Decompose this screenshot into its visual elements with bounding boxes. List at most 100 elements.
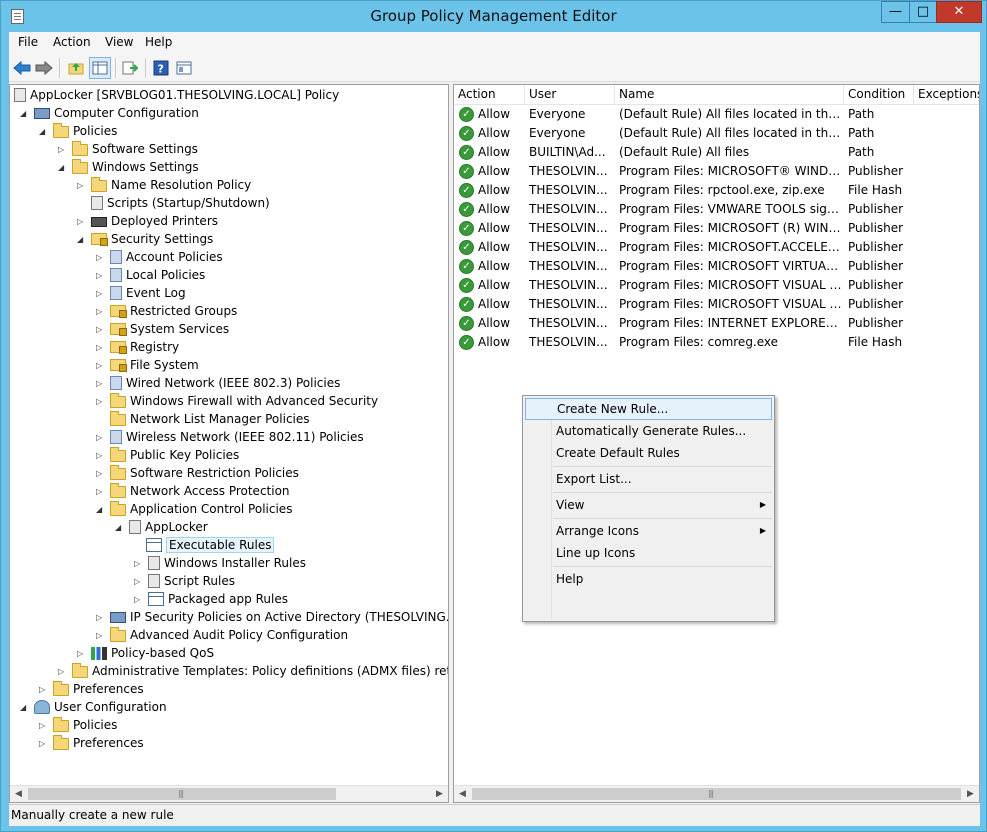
expand-arrow-icon[interactable]: ▷ (96, 433, 104, 442)
tree-node-restricted-groups[interactable]: Restricted Groups (110, 302, 237, 320)
menu-item-export-list[interactable]: Export List... (525, 468, 772, 490)
tree-node-deployed-printers[interactable]: Deployed Printers (91, 212, 218, 230)
expand-arrow-icon[interactable]: ▷ (77, 181, 85, 190)
minimize-button[interactable]: — (881, 1, 910, 23)
expand-arrow-icon[interactable]: ▷ (134, 595, 142, 604)
list-horizontal-scrollbar[interactable]: ◀ ||| ▶ (454, 785, 979, 802)
rule-row[interactable]: ✓ Allow THESOLVIN... Program Files: VMWARE … (454, 200, 979, 219)
menu-item-arrange-icons[interactable]: Arrange Icons ▶ (525, 520, 772, 542)
menu-item-auto-generate-rules[interactable]: Automatically Generate Rules... (525, 420, 772, 442)
tree-node-user-configuration[interactable]: User Configuration (34, 698, 167, 716)
menu-item-create-new-rule[interactable]: Create New Rule... (525, 398, 772, 420)
tree-node-executable-rules[interactable]: Executable Rules (146, 536, 275, 554)
expand-arrow-icon[interactable]: ▷ (96, 379, 104, 388)
scroll-thumb[interactable] (472, 788, 961, 800)
tree-node-software-restriction[interactable]: Software Restriction Policies (110, 464, 299, 482)
tree-node-wired-network[interactable]: Wired Network (IEEE 802.3) Policies (110, 374, 340, 392)
title-bar[interactable]: Group Policy Management Editor — □ ✕ (1, 1, 986, 32)
expand-arrow-icon[interactable]: ▷ (96, 343, 104, 352)
rule-row[interactable]: ✓ Allow THESOLVIN... Program Files: MICROSO… (454, 162, 979, 181)
collapse-arrow-icon[interactable]: ◢ (58, 163, 66, 172)
collapse-arrow-icon[interactable]: ◢ (77, 235, 85, 244)
expand-arrow-icon[interactable]: ▷ (96, 631, 104, 640)
expand-arrow-icon[interactable]: ▷ (96, 325, 104, 334)
help-icon[interactable]: ? (150, 57, 172, 79)
tree-node-root[interactable]: AppLocker [SRVBLOG01.THESOLVING.LOCAL] P… (14, 86, 339, 104)
menu-action[interactable]: Action (53, 35, 91, 49)
expand-arrow-icon[interactable]: ▷ (58, 145, 66, 154)
menu-item-create-default-rules[interactable]: Create Default Rules (525, 442, 772, 464)
rule-row[interactable]: ✓ Allow THESOLVIN... Program Files: INTERNE… (454, 314, 979, 333)
rule-row[interactable]: ✓ Allow BUILTIN\Ad... (Default Rule) All fi… (454, 143, 979, 162)
expand-arrow-icon[interactable]: ▷ (77, 649, 85, 658)
tree-node-security-settings[interactable]: Security Settings (91, 230, 213, 248)
forward-icon[interactable] (33, 57, 55, 79)
tree-node-ip-security[interactable]: IP Security Policies on Active Directory… (110, 608, 448, 626)
collapse-arrow-icon[interactable]: ◢ (96, 505, 104, 514)
tree-node-event-log[interactable]: Event Log (110, 284, 186, 302)
tree-node-user-preferences[interactable]: Preferences (53, 734, 144, 752)
menu-item-view[interactable]: View ▶ (525, 494, 772, 516)
column-header-name[interactable]: Name (615, 85, 844, 105)
rule-row[interactable]: ✓ Allow Everyone (Default Rule) All files l… (454, 124, 979, 143)
tree-horizontal-scrollbar[interactable]: ◀ ||| ▶ (10, 785, 448, 802)
tree-node-admin-templates[interactable]: Administrative Templates: Policy definit… (72, 662, 448, 680)
export-list-icon[interactable] (119, 57, 141, 79)
expand-arrow-icon[interactable]: ▷ (96, 397, 104, 406)
tree-node-computer-configuration[interactable]: Computer Configuration (34, 104, 199, 122)
expand-arrow-icon[interactable]: ▷ (96, 487, 104, 496)
expand-arrow-icon[interactable]: ▷ (96, 271, 104, 280)
tree-node-account-policies[interactable]: Account Policies (110, 248, 223, 266)
menu-item-line-up-icons[interactable]: Line up Icons (525, 542, 772, 564)
rule-row[interactable]: ✓ Allow Everyone (Default Rule) All files l… (454, 105, 979, 124)
scroll-left-arrow-icon[interactable]: ◀ (454, 786, 471, 802)
back-icon[interactable] (11, 57, 33, 79)
up-folder-icon[interactable] (65, 57, 87, 79)
collapse-arrow-icon[interactable]: ◢ (20, 109, 28, 118)
expand-arrow-icon[interactable]: ▷ (39, 739, 47, 748)
show-hide-tree-icon[interactable] (89, 57, 111, 79)
expand-arrow-icon[interactable]: ▷ (96, 361, 104, 370)
expand-arrow-icon[interactable]: ▷ (96, 307, 104, 316)
column-header-condition[interactable]: Condition (844, 85, 914, 105)
expand-arrow-icon[interactable]: ▷ (77, 217, 85, 226)
rule-row[interactable]: ✓ Allow THESOLVIN... Program Files: comreg.… (454, 333, 979, 352)
expand-arrow-icon[interactable]: ▷ (96, 289, 104, 298)
scroll-right-arrow-icon[interactable]: ▶ (431, 786, 448, 802)
expand-arrow-icon[interactable]: ▷ (134, 577, 142, 586)
tree-node-windows-installer-rules[interactable]: Windows Installer Rules (148, 554, 306, 572)
tree-node-software-settings[interactable]: Software Settings (72, 140, 198, 158)
tree-node-system-services[interactable]: System Services (110, 320, 229, 338)
tree-node-public-key[interactable]: Public Key Policies (110, 446, 239, 464)
expand-arrow-icon[interactable]: ▷ (96, 469, 104, 478)
expand-arrow-icon[interactable]: ▷ (39, 721, 47, 730)
menu-view[interactable]: View (105, 35, 133, 49)
collapse-arrow-icon[interactable]: ◢ (39, 127, 47, 136)
expand-arrow-icon[interactable]: ▷ (134, 559, 142, 568)
tree-node-name-resolution[interactable]: Name Resolution Policy (91, 176, 251, 194)
tree-node-user-policies[interactable]: Policies (53, 716, 117, 734)
properties-icon[interactable] (173, 57, 195, 79)
column-header-user[interactable]: User (525, 85, 615, 105)
tree-node-script-rules[interactable]: Script Rules (148, 572, 235, 590)
tree-node-advanced-audit[interactable]: Advanced Audit Policy Configuration (110, 626, 348, 644)
scroll-right-arrow-icon[interactable]: ▶ (962, 786, 979, 802)
rule-row[interactable]: ✓ Allow THESOLVIN... Program Files: MICROSO… (454, 219, 979, 238)
menu-item-help[interactable]: Help (525, 568, 772, 590)
scroll-left-arrow-icon[interactable]: ◀ (10, 786, 27, 802)
rule-row[interactable]: ✓ Allow THESOLVIN... Program Files: MICROSO… (454, 276, 979, 295)
expand-arrow-icon[interactable]: ▷ (39, 685, 47, 694)
tree-node-policy-based-qos[interactable]: Policy-based QoS (91, 644, 214, 662)
maximize-button[interactable]: □ (909, 1, 937, 23)
tree-node-local-policies[interactable]: Local Policies (110, 266, 205, 284)
collapse-arrow-icon[interactable]: ◢ (20, 703, 28, 712)
tree-node-wireless-network[interactable]: Wireless Network (IEEE 802.11) Policies (110, 428, 364, 446)
menu-help[interactable]: Help (145, 35, 172, 49)
tree-node-file-system[interactable]: File System (110, 356, 199, 374)
close-button[interactable]: ✕ (936, 1, 982, 23)
expand-arrow-icon[interactable]: ▷ (96, 253, 104, 262)
column-header-action[interactable]: Action (454, 85, 525, 105)
tree-node-packaged-app-rules[interactable]: Packaged app Rules (148, 590, 288, 608)
tree-node-registry[interactable]: Registry (110, 338, 179, 356)
tree-node-windows-firewall[interactable]: Windows Firewall with Advanced Security (110, 392, 378, 410)
